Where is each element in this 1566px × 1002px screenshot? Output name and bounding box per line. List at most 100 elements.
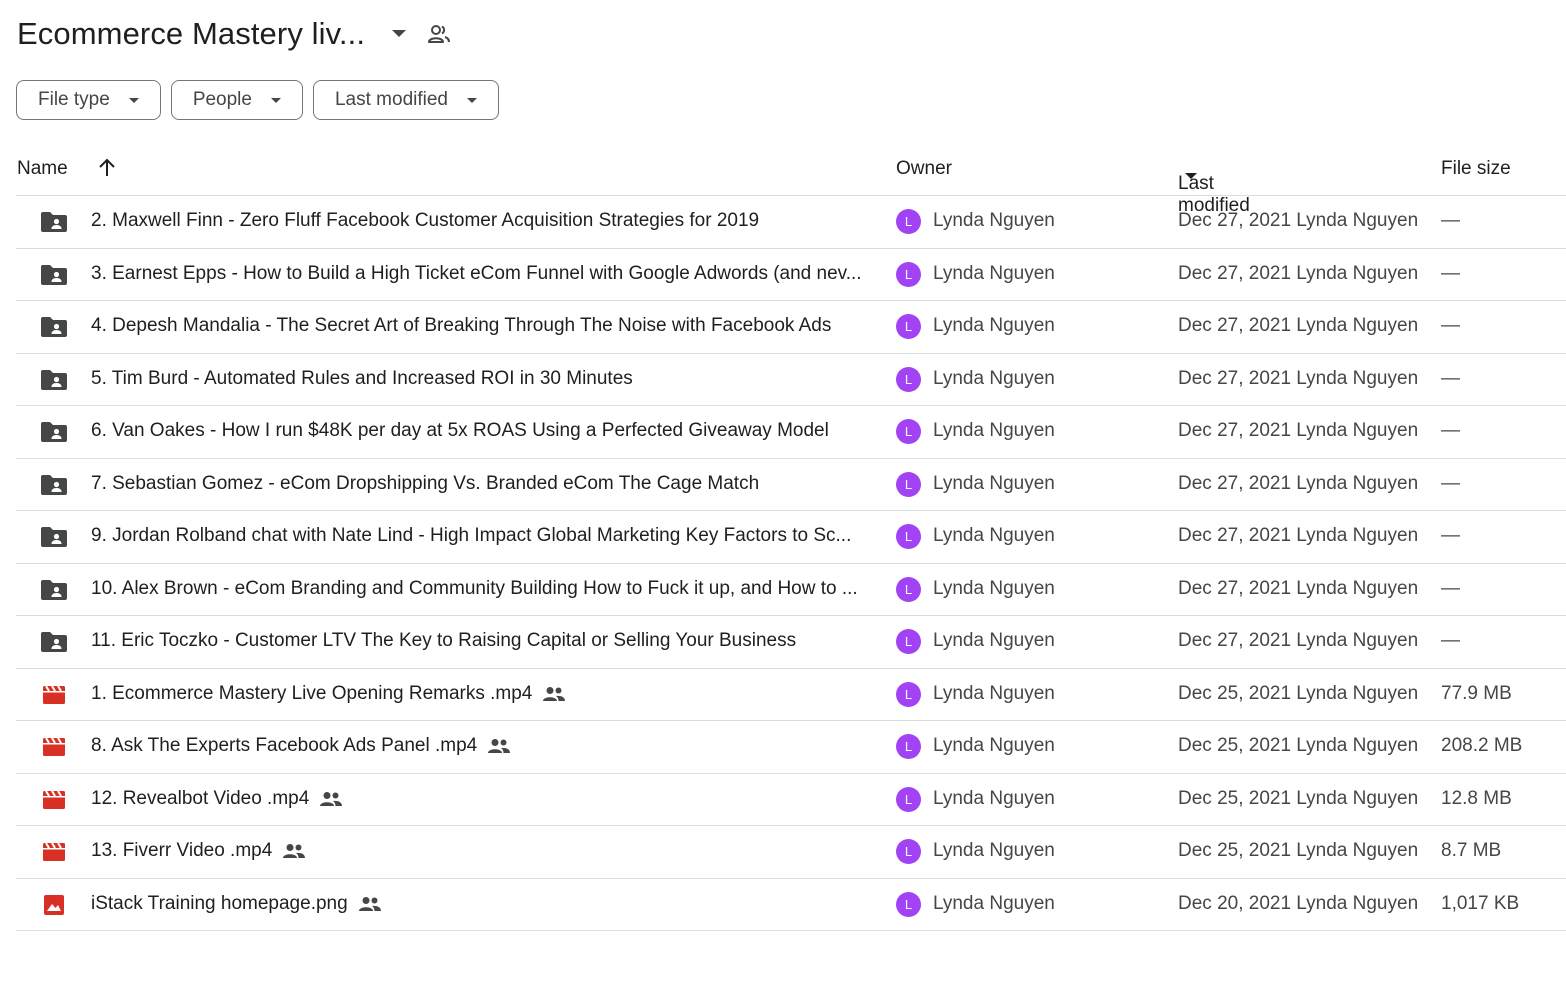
column-file-size[interactable]: File size <box>1441 158 1511 180</box>
file-name[interactable]: 6. Van Oakes - How I run $48K per day at… <box>91 420 829 442</box>
last-modified-value: Dec 25, 2021 Lynda Nguyen <box>1178 735 1419 756</box>
owner-name: Lynda Nguyen <box>933 472 1055 494</box>
chevron-down-icon <box>466 94 478 106</box>
filter-people[interactable]: People <box>170 80 303 120</box>
file-row[interactable]: 9. Jordan Rolband chat with Nate Lind - … <box>16 511 1566 564</box>
file-name[interactable]: 2. Maxwell Finn - Zero Fluff Facebook Cu… <box>91 210 759 232</box>
last-modified-value: Dec 27, 2021 Lynda Nguyen <box>1178 472 1419 494</box>
shared-folder-icon <box>40 210 68 234</box>
file-size-value: — <box>1441 630 1460 651</box>
file-name[interactable]: 9. Jordan Rolband chat with Nate Lind - … <box>91 525 851 547</box>
file-row[interactable]: 2. Maxwell Finn - Zero Fluff Facebook Cu… <box>16 196 1566 249</box>
file-row[interactable]: iStack Training homepage.png L Lynda Ngu… <box>16 879 1566 931</box>
shared-folder-icon <box>40 420 68 444</box>
owner-name: Lynda Nguyen <box>933 787 1055 809</box>
file-name-text: 8. Ask The Experts Facebook Ads Panel .m… <box>91 735 478 756</box>
avatar: L <box>896 629 921 654</box>
file-size-value: 77.9 MB <box>1441 682 1512 704</box>
avatar: L <box>896 576 921 602</box>
file-name-text: 5. Tim Burd - Automated Rules and Increa… <box>91 367 633 389</box>
file-name[interactable]: 5. Tim Burd - Automated Rules and Increa… <box>91 368 633 390</box>
owner-name: Lynda Nguyen <box>933 735 1055 756</box>
last-modified-value: Dec 27, 2021 Lynda Nguyen <box>1178 630 1419 651</box>
last-modified-value: Dec 27, 2021 Lynda Nguyen <box>1178 525 1419 546</box>
file-name-text: 13. Fiverr Video .mp4 <box>91 840 273 861</box>
file-size-value: — <box>1441 262 1460 284</box>
owner-name: Lynda Nguyen <box>933 420 1055 441</box>
avatar: L <box>896 891 921 917</box>
file-name[interactable]: 13. Fiverr Video .mp4 <box>91 840 306 862</box>
video-file-icon <box>40 683 68 707</box>
owner-name: Lynda Nguyen <box>933 525 1055 546</box>
owner-name: Lynda Nguyen <box>933 367 1055 389</box>
last-modified-value: Dec 27, 2021 Lynda Nguyen <box>1178 420 1419 441</box>
owner-name: Lynda Nguyen <box>933 262 1055 284</box>
last-modified-value: Dec 27, 2021 Lynda Nguyen <box>1178 262 1419 284</box>
file-row[interactable]: 8. Ask The Experts Facebook Ads Panel .m… <box>16 721 1566 774</box>
shared-folder-icon <box>40 525 68 549</box>
file-name-text: 6. Van Oakes - How I run $48K per day at… <box>91 420 829 441</box>
owner-name: Lynda Nguyen <box>933 682 1055 704</box>
file-row[interactable]: 10. Alex Brown - eCom Branding and Commu… <box>16 564 1566 616</box>
file-name-text: 3. Earnest Epps - How to Build a High Ti… <box>91 262 862 284</box>
chevron-down-icon <box>270 94 282 106</box>
filter-last-modified[interactable]: Last modified <box>312 80 499 120</box>
file-name-text: 4. Depesh Mandalia - The Secret Art of B… <box>91 315 832 336</box>
avatar: L <box>896 314 921 339</box>
file-name[interactable]: 3. Earnest Epps - How to Build a High Ti… <box>91 263 862 285</box>
file-size-value: — <box>1441 210 1460 231</box>
file-list: 2. Maxwell Finn - Zero Fluff Facebook Cu… <box>16 196 1566 931</box>
avatar: L <box>896 681 921 707</box>
file-size-value: — <box>1441 577 1460 599</box>
file-row[interactable]: 5. Tim Burd - Automated Rules and Increa… <box>16 354 1566 406</box>
file-name[interactable]: 4. Depesh Mandalia - The Secret Art of B… <box>91 315 831 337</box>
file-name-text: iStack Training homepage.png <box>91 892 348 914</box>
avatar: L <box>896 734 921 759</box>
file-name[interactable]: 10. Alex Brown - eCom Branding and Commu… <box>91 578 858 600</box>
file-name[interactable]: 12. Revealbot Video .mp4 <box>91 788 343 810</box>
filter-file-type[interactable]: File type <box>16 80 161 120</box>
file-name[interactable]: 11. Eric Toczko - Customer LTV The Key t… <box>91 630 796 652</box>
owner-name: Lynda Nguyen <box>933 630 1055 651</box>
file-size-value: 208.2 MB <box>1441 735 1523 756</box>
sort-arrow-up-icon[interactable] <box>96 157 118 179</box>
file-row[interactable]: 12. Revealbot Video .mp4 L Lynda Nguyen … <box>16 774 1566 826</box>
owner-name: Lynda Nguyen <box>933 892 1055 914</box>
folder-header: Ecommerce Mastery liv... <box>17 12 453 56</box>
file-row[interactable]: 13. Fiverr Video .mp4 L Lynda Nguyen Dec… <box>16 826 1566 879</box>
file-name[interactable]: 1. Ecommerce Mastery Live Opening Remark… <box>91 683 566 705</box>
file-name[interactable]: 7. Sebastian Gomez - eCom Dropshipping V… <box>91 473 759 495</box>
avatar: L <box>896 366 921 392</box>
file-row[interactable]: 11. Eric Toczko - Customer LTV The Key t… <box>16 616 1566 669</box>
file-name[interactable]: 8. Ask The Experts Facebook Ads Panel .m… <box>91 735 511 757</box>
column-owner[interactable]: Owner <box>896 158 952 180</box>
file-row[interactable]: 7. Sebastian Gomez - eCom Dropshipping V… <box>16 459 1566 511</box>
arrow-drop-down-icon[interactable] <box>387 22 411 46</box>
shared-folder-icon <box>40 263 68 287</box>
file-row[interactable]: 3. Earnest Epps - How to Build a High Ti… <box>16 249 1566 301</box>
last-modified-value: Dec 25, 2021 Lynda Nguyen <box>1178 840 1419 861</box>
column-name[interactable]: Name <box>17 158 68 180</box>
file-row[interactable]: 6. Van Oakes - How I run $48K per day at… <box>16 406 1566 459</box>
owner-name: Lynda Nguyen <box>933 840 1055 861</box>
avatar: L <box>896 786 921 812</box>
last-modified-value: Dec 27, 2021 Lynda Nguyen <box>1178 315 1419 336</box>
folder-title[interactable]: Ecommerce Mastery liv... <box>17 16 365 52</box>
filter-label: File type <box>38 89 110 110</box>
avatar: L <box>896 419 921 444</box>
file-size-value: — <box>1441 525 1460 546</box>
file-size-value: 8.7 MB <box>1441 840 1502 861</box>
last-modified-value: Dec 20, 2021 Lynda Nguyen <box>1178 892 1419 914</box>
arrow-drop-down-icon <box>1185 173 1197 180</box>
shared-people-icon[interactable] <box>425 20 453 48</box>
last-modified-value: Dec 27, 2021 Lynda Nguyen <box>1178 210 1419 231</box>
shared-people-icon <box>358 895 382 913</box>
file-size-value: 12.8 MB <box>1441 787 1512 809</box>
file-row[interactable]: 1. Ecommerce Mastery Live Opening Remark… <box>16 669 1566 721</box>
file-name-text: 10. Alex Brown - eCom Branding and Commu… <box>91 577 858 599</box>
file-row[interactable]: 4. Depesh Mandalia - The Secret Art of B… <box>16 301 1566 354</box>
shared-folder-icon <box>40 630 68 654</box>
video-file-icon <box>40 840 68 864</box>
file-name[interactable]: iStack Training homepage.png <box>91 893 382 915</box>
last-modified-value: Dec 25, 2021 Lynda Nguyen <box>1178 682 1419 704</box>
